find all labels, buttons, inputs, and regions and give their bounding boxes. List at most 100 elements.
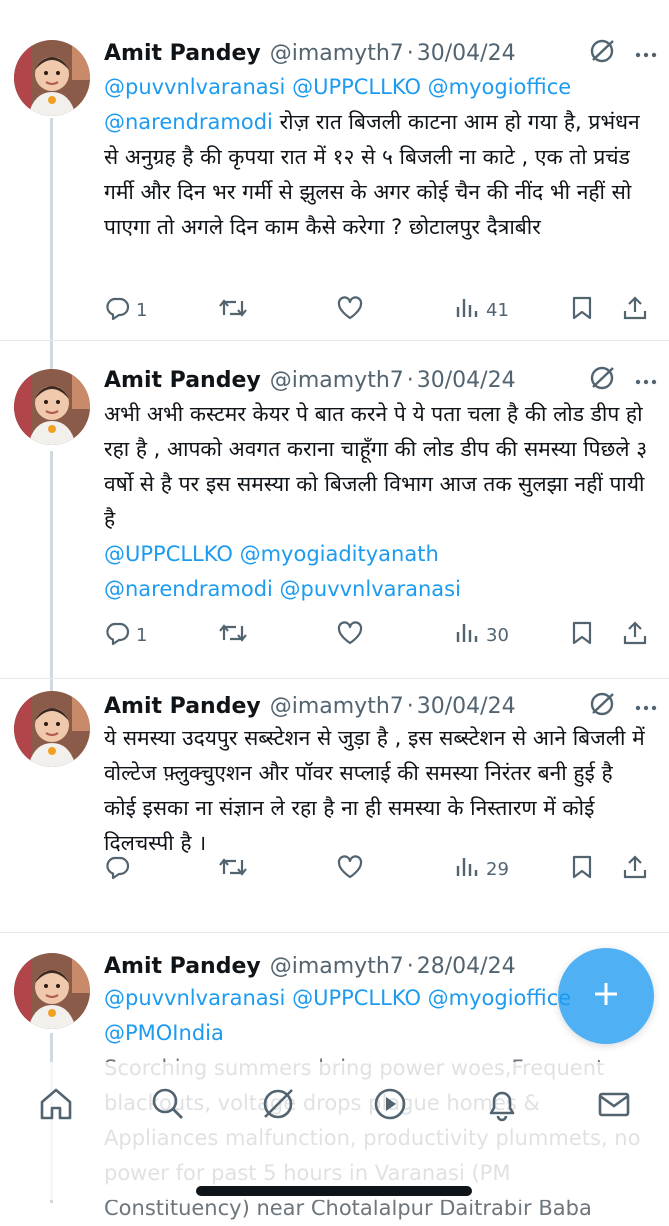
tweet-body: अभी अभी कस्टमर केयर पे बात करने पे ये पत… <box>104 402 648 531</box>
separator-dot: · <box>406 693 414 719</box>
tweet-text: अभी अभी कस्टमर केयर पे बात करने पे ये पत… <box>104 397 651 607</box>
more-icon[interactable] <box>635 44 657 63</box>
share-button[interactable] <box>622 854 648 885</box>
retweet-icon <box>218 620 248 651</box>
heart-icon <box>336 854 364 885</box>
bookmark-icon <box>570 854 594 885</box>
header-icons <box>589 365 657 395</box>
mention[interactable]: @narendramodi <box>104 110 273 134</box>
tweet-date[interactable]: 30/04/24 <box>417 368 516 393</box>
share-button[interactable] <box>622 620 648 651</box>
thread-line <box>50 118 53 340</box>
view-count: 29 <box>486 858 509 880</box>
views-icon <box>454 854 480 885</box>
compose-icon <box>591 979 621 1013</box>
display-name[interactable]: Amit Pandey <box>104 368 261 393</box>
share-icon <box>622 854 648 885</box>
reply-icon <box>104 295 130 326</box>
tweet-header: Amit Pandey @imamyth7 · 28/04/24 <box>104 949 549 983</box>
like-button[interactable] <box>336 295 364 326</box>
share-icon <box>622 620 648 651</box>
avatar[interactable] <box>14 40 90 116</box>
tweet[interactable]: Amit Pandey @imamyth7 · 30/04/24 @puvvnl… <box>0 0 669 341</box>
handle[interactable]: @imamyth7 <box>270 368 404 393</box>
mentions[interactable]: @UPPCLLKO @myogiadityanath <box>104 542 439 566</box>
avatar[interactable] <box>14 369 90 445</box>
tweet-header: Amit Pandey @imamyth7 · 30/04/24 <box>104 363 657 397</box>
tweet-actions: 29 <box>104 851 652 887</box>
retweet-button[interactable] <box>218 620 248 651</box>
search-icon[interactable] <box>148 1084 188 1124</box>
reply-icon <box>104 620 130 651</box>
grok-icon[interactable] <box>589 38 615 68</box>
compose-button[interactable] <box>558 948 654 1044</box>
grok-icon[interactable] <box>589 365 615 395</box>
tweet-header: Amit Pandey @imamyth7 · 30/04/24 <box>104 36 657 70</box>
bell-icon[interactable] <box>482 1084 522 1124</box>
handle[interactable]: @imamyth7 <box>270 694 404 719</box>
retweet-button[interactable] <box>218 295 248 326</box>
tweet-actions: 1 30 <box>104 617 652 653</box>
display-name[interactable]: Amit Pandey <box>104 694 261 719</box>
more-icon[interactable] <box>635 371 657 390</box>
retweet-button[interactable] <box>218 854 248 885</box>
reply-count: 1 <box>136 299 148 321</box>
like-button[interactable] <box>336 854 364 885</box>
home-indicator <box>196 1186 472 1196</box>
mentions[interactable]: @puvvnlvaranasi @UPPCLLKO @myogioffice <box>104 986 571 1010</box>
reply-icon <box>104 854 130 885</box>
thread-line <box>50 341 53 369</box>
share-icon <box>622 295 648 326</box>
tweet-header: Amit Pandey @imamyth7 · 30/04/24 <box>104 689 657 723</box>
bottom-nav <box>0 1062 669 1200</box>
tweet[interactable]: Amit Pandey @imamyth7 · 30/04/24 अभी अभी… <box>0 341 669 679</box>
bookmark-button[interactable] <box>570 854 594 885</box>
view-count: 30 <box>486 624 509 646</box>
home-icon[interactable] <box>36 1084 76 1124</box>
mentions[interactable]: @puvvnlvaranasi @UPPCLLKO @myogioffice <box>104 75 571 99</box>
like-button[interactable] <box>336 620 364 651</box>
tweet-body: ये समस्या उदयपुर सब्स्टेशन से जुड़ा है ,… <box>104 726 645 855</box>
header-icons <box>589 38 657 68</box>
share-button[interactable] <box>622 295 648 326</box>
reply-button[interactable] <box>104 854 136 885</box>
play-icon[interactable] <box>370 1084 410 1124</box>
views-button[interactable]: 41 <box>454 295 509 326</box>
tweet[interactable]: Amit Pandey @imamyth7 · 30/04/24 ये समस्… <box>0 679 669 933</box>
tweet-text: @puvvnlvaranasi @UPPCLLKO @myogioffice @… <box>104 70 651 245</box>
views-button[interactable]: 30 <box>454 620 509 651</box>
avatar[interactable] <box>14 953 90 1029</box>
avatar[interactable] <box>14 691 90 767</box>
mentions[interactable]: @PMOIndia <box>104 1021 224 1045</box>
tweet-date[interactable]: 28/04/24 <box>417 954 516 979</box>
display-name[interactable]: Amit Pandey <box>104 41 261 66</box>
tweet-date[interactable]: 30/04/24 <box>417 694 516 719</box>
header-icons <box>589 691 657 721</box>
heart-icon <box>336 620 364 651</box>
views-button[interactable]: 29 <box>454 854 509 885</box>
reply-button[interactable]: 1 <box>104 295 147 326</box>
mentions[interactable]: @narendramodi @puvvnlvaranasi <box>104 577 461 601</box>
mail-icon[interactable] <box>594 1084 634 1124</box>
views-icon <box>454 620 480 651</box>
tweet-actions: 1 41 <box>104 292 652 328</box>
tweet-date[interactable]: 30/04/24 <box>417 41 516 66</box>
views-icon <box>454 295 480 326</box>
retweet-icon <box>218 854 248 885</box>
grok-nav-icon[interactable] <box>258 1084 298 1124</box>
bookmark-button[interactable] <box>570 295 594 326</box>
more-icon[interactable] <box>635 697 657 716</box>
handle[interactable]: @imamyth7 <box>270 954 404 979</box>
separator-dot: · <box>406 953 414 979</box>
display-name[interactable]: Amit Pandey <box>104 954 261 979</box>
thread-line <box>50 679 53 691</box>
handle[interactable]: @imamyth7 <box>270 41 404 66</box>
bookmark-button[interactable] <box>570 620 594 651</box>
view-count: 41 <box>486 299 509 321</box>
tweet-text: ये समस्या उदयपुर सब्स्टेशन से जुड़ा है ,… <box>104 721 651 861</box>
thread-line <box>50 451 53 678</box>
grok-icon[interactable] <box>589 691 615 721</box>
bookmark-icon <box>570 620 594 651</box>
retweet-icon <box>218 295 248 326</box>
reply-button[interactable]: 1 <box>104 620 147 651</box>
